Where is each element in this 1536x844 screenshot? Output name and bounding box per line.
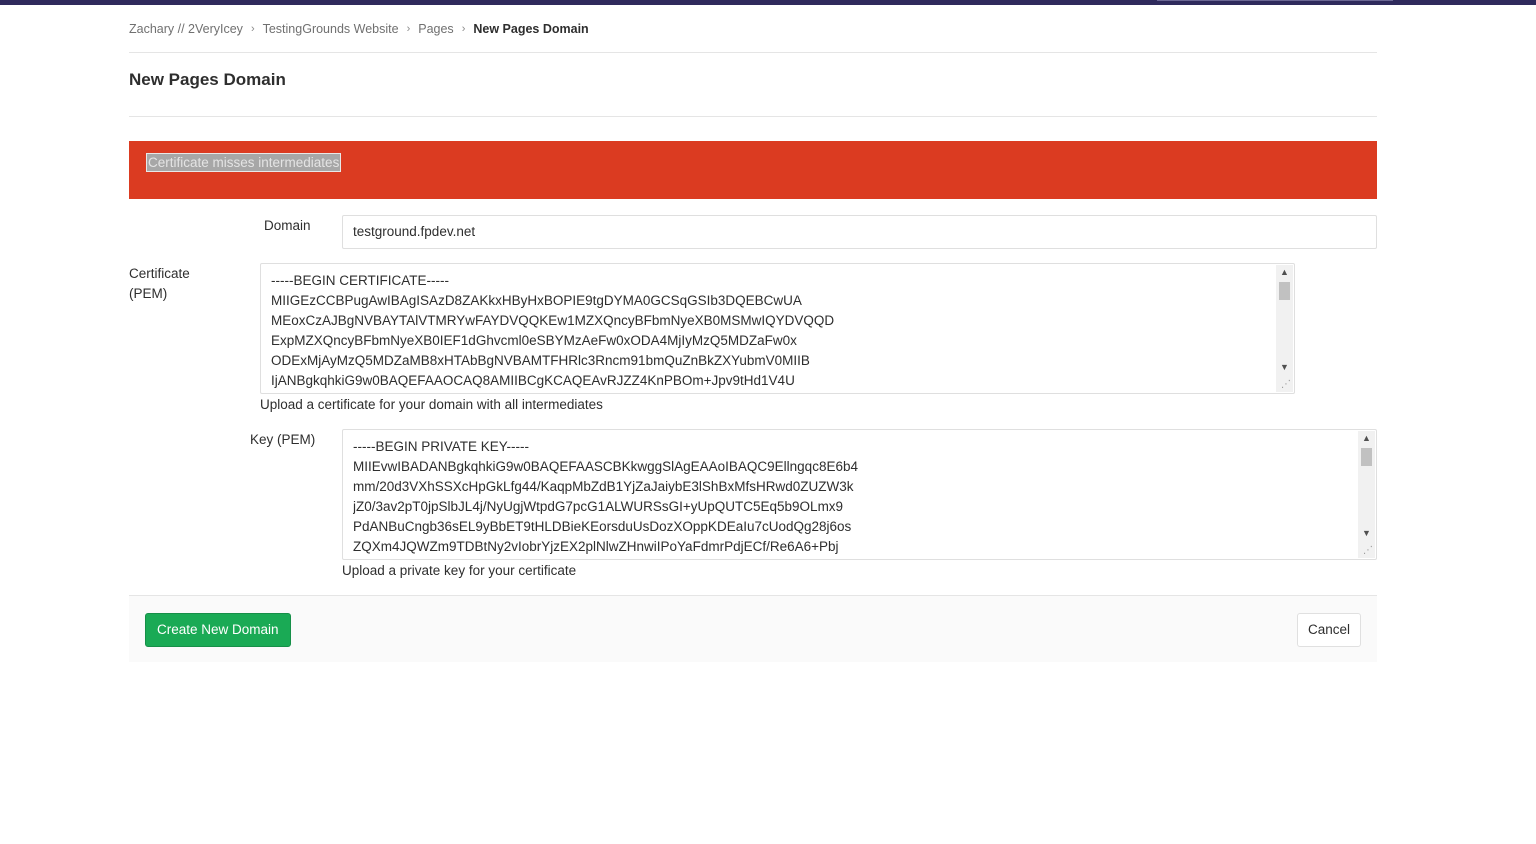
breadcrumb-item-user[interactable]: Zachary // 2VeryIcey <box>129 22 243 36</box>
breadcrumb-chevron-icon: › <box>461 23 466 35</box>
certificate-textarea-content: -----BEGIN CERTIFICATE----- MIIGEzCCBPug… <box>271 273 835 388</box>
navbar-tab-indicator <box>1157 0 1393 1</box>
domain-input[interactable]: testground.fpdev.net <box>342 215 1377 249</box>
cancel-button[interactable]: Cancel <box>1296 613 1361 647</box>
certificate-scrollbar[interactable]: ▲ ▼ <box>1276 265 1293 392</box>
scrollbar-thumb[interactable] <box>1279 282 1290 300</box>
breadcrumb-chevron-icon: › <box>250 23 255 35</box>
key-label: Key (PEM) <box>250 432 316 447</box>
title-divider <box>129 116 1377 117</box>
scrollbar-thumb[interactable] <box>1361 448 1372 466</box>
create-domain-button[interactable]: Create New Domain <box>145 613 291 647</box>
breadcrumb-item-current[interactable]: New Pages Domain <box>473 22 588 36</box>
scroll-up-icon[interactable]: ▲ <box>1358 431 1375 445</box>
domain-label: Domain <box>264 218 311 233</box>
key-textarea-content: -----BEGIN PRIVATE KEY----- MIIEvwIBADAN… <box>353 439 858 554</box>
resize-grip-icon[interactable]: ⋰ <box>1280 379 1292 391</box>
error-alert-message: Certificate misses intermediates <box>145 153 342 172</box>
scroll-up-icon[interactable]: ▲ <box>1276 265 1293 279</box>
breadcrumb-chevron-icon: › <box>406 23 411 35</box>
breadcrumb-item-project[interactable]: TestingGrounds Website <box>263 22 399 36</box>
page-title: New Pages Domain <box>129 70 286 89</box>
scroll-down-icon[interactable]: ▼ <box>1276 360 1293 374</box>
key-help-text: Upload a private key for your certificat… <box>342 563 577 578</box>
key-scrollbar[interactable]: ▲ ▼ <box>1358 431 1375 558</box>
resize-grip-icon[interactable]: ⋰ <box>1362 545 1374 557</box>
form-actions: Create New Domain Cancel <box>129 595 1377 662</box>
key-textarea[interactable]: -----BEGIN PRIVATE KEY----- MIIEvwIBADAN… <box>342 429 1377 560</box>
breadcrumb: Zachary // 2VeryIcey › TestingGrounds We… <box>129 20 589 38</box>
breadcrumb-item-pages[interactable]: Pages <box>418 22 453 36</box>
breadcrumb-divider <box>129 52 1377 53</box>
certificate-textarea[interactable]: -----BEGIN CERTIFICATE----- MIIGEzCCBPug… <box>260 263 1295 394</box>
certificate-label-line1: Certificate <box>129 266 190 281</box>
scroll-down-icon[interactable]: ▼ <box>1358 526 1375 540</box>
certificate-help-text: Upload a certificate for your domain wit… <box>260 397 603 412</box>
certificate-label: Certificate (PEM) <box>129 264 190 304</box>
top-navbar <box>0 0 1536 5</box>
error-alert: Certificate misses intermediates <box>129 141 1377 199</box>
certificate-label-line2: (PEM) <box>129 286 168 301</box>
